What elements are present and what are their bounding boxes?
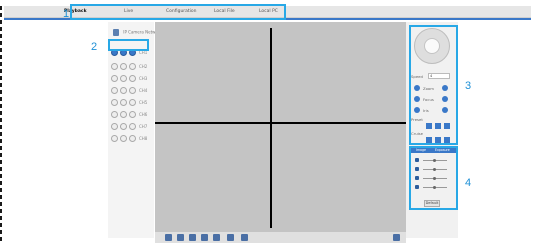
channel-row[interactable]: CH6 (111, 104, 147, 118)
previous-page-icon[interactable] (227, 234, 234, 241)
play-icon[interactable] (111, 135, 118, 142)
callout-box-1 (70, 4, 286, 20)
crosshair-horizontal (155, 122, 406, 124)
video-toolbar (155, 232, 406, 243)
callout-box-3 (409, 25, 458, 145)
channel-row[interactable]: CH3 (111, 68, 147, 82)
border-dash-left (0, 6, 5, 242)
callout-number-3: 3 (465, 80, 472, 92)
stop-all-icon[interactable] (165, 234, 172, 241)
crosshair-vertical (270, 28, 272, 228)
channel-row[interactable]: CH2 (111, 56, 147, 70)
channel-row[interactable]: CH4 (111, 80, 147, 94)
callout-number-2: 2 (91, 41, 98, 53)
channel-row[interactable]: CH8 (111, 128, 147, 142)
layout-3x3-icon[interactable] (201, 234, 208, 241)
snapshot-icon[interactable] (129, 135, 136, 142)
callout-box-2 (108, 39, 149, 51)
channel-row[interactable]: CH7 (111, 116, 147, 130)
callout-number-4: 4 (465, 177, 472, 189)
callout-number-1: 1 (63, 8, 70, 20)
layout-2x2-icon[interactable] (189, 234, 196, 241)
channel-label: CH8 (139, 136, 148, 141)
record-icon[interactable] (120, 135, 127, 142)
layout-1x1-icon[interactable] (177, 234, 184, 241)
channel-row[interactable]: CH5 (111, 92, 147, 106)
live-video-view[interactable] (155, 22, 406, 232)
camera-network-icon (113, 29, 119, 36)
callout-box-4 (409, 146, 458, 210)
fullscreen-icon[interactable] (241, 234, 248, 241)
volume-icon[interactable] (393, 234, 400, 241)
layout-4x4-icon[interactable] (213, 234, 220, 241)
